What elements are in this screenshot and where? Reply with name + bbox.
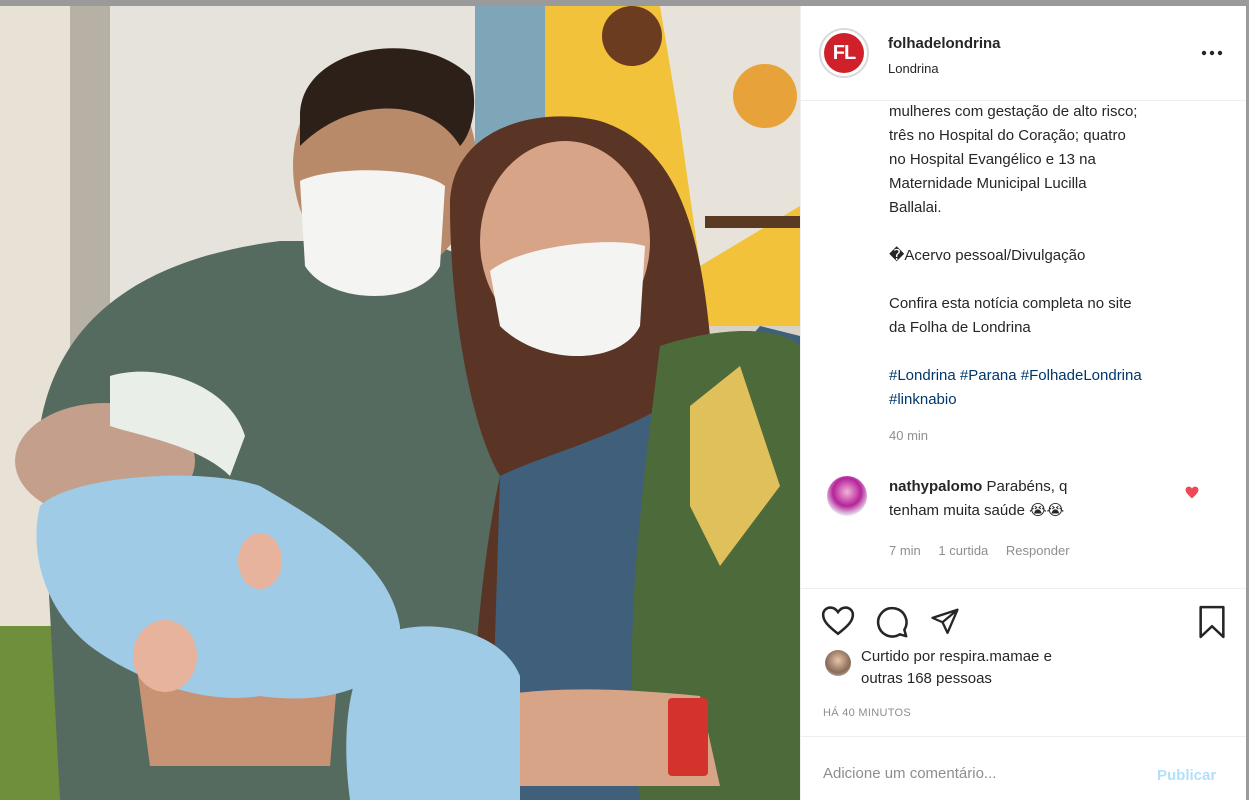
brand-logo: FL	[824, 33, 864, 73]
comment-text: tenham muita saúde 😭😭	[889, 502, 1065, 519]
profile-avatar[interactable]: FL	[819, 28, 869, 78]
caption-line: Maternidade Municipal Lucilla	[889, 175, 1087, 192]
comment-likes[interactable]: 1 curtida	[938, 543, 988, 558]
hashtags[interactable]: #Londrina #Parana #FolhadeLondrina	[889, 364, 1229, 388]
post-window: FL folhadelondrina Londrina mulheres com…	[0, 6, 1246, 800]
comment-time: 7 min	[889, 543, 921, 558]
caption-line: da Folha de Londrina	[889, 319, 1031, 336]
hashtags[interactable]: #linknabio	[889, 388, 1229, 412]
bookmark-icon[interactable]	[1197, 605, 1227, 644]
caption-line: Ballalai.	[889, 199, 942, 216]
post-sidebar: FL folhadelondrina Londrina mulheres com…	[800, 6, 1246, 800]
commenter-avatar[interactable]	[827, 476, 867, 516]
caption-line: três no Hospital do Coração; quatro	[889, 127, 1126, 144]
heart-icon[interactable]	[821, 605, 855, 642]
caption-timestamp: 40 min	[889, 428, 929, 443]
likes-line: Curtido por respira.mamae e	[861, 648, 1052, 665]
comment-text: Parabéns, q	[986, 478, 1068, 495]
likes-line: outras 168 pessoas	[861, 670, 992, 687]
post-location[interactable]: Londrina	[888, 61, 939, 76]
more-icon[interactable]	[1201, 40, 1223, 63]
post-header: FL folhadelondrina Londrina	[801, 6, 1246, 101]
post-username[interactable]: folhadelondrina	[888, 35, 1001, 52]
photo-credit: �Acervo pessoal/Divulgação	[889, 247, 1086, 264]
post-caption: mulheres com gestação de alto risco; trê…	[889, 100, 1229, 412]
reply-button[interactable]: Responder	[1006, 543, 1070, 558]
comment: nathypalomo Parabéns, q tenham muita saú…	[889, 475, 1159, 523]
posted-time: HÁ 40 MINUTOS	[823, 707, 912, 719]
comment-icon[interactable]	[875, 605, 909, 644]
caption-line: Confira esta notícia completa no site	[889, 295, 1132, 312]
liked-heart-icon[interactable]	[1185, 486, 1199, 503]
caption-line: mulheres com gestação de alto risco;	[889, 103, 1138, 120]
post-photo[interactable]	[0, 6, 800, 800]
liker-avatar[interactable]	[825, 650, 851, 676]
share-icon[interactable]	[929, 606, 961, 641]
comment-meta: 7 min 1 curtida Responder	[889, 543, 1084, 558]
caption-line: no Hospital Evangélico e 13 na	[889, 151, 1096, 168]
add-comment-row: Adicione um comentário... Publicar	[801, 736, 1246, 800]
publish-button[interactable]: Publicar	[1157, 767, 1216, 784]
comment-input[interactable]: Adicione um comentário...	[823, 765, 996, 782]
comment-username[interactable]: nathypalomo	[889, 478, 982, 495]
photo-illustration	[0, 6, 800, 800]
likes-summary[interactable]: Curtido por respira.mamae e outras 168 p…	[861, 646, 1052, 690]
